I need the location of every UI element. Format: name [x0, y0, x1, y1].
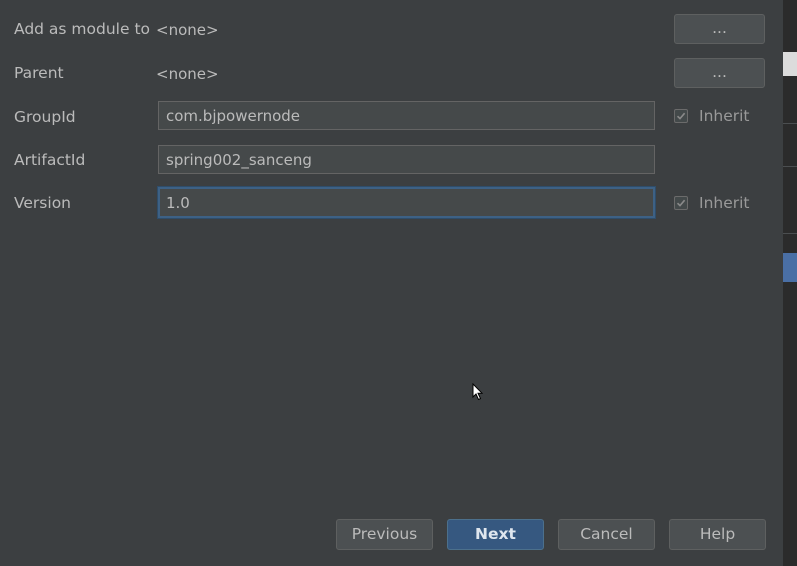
background-divider — [783, 166, 797, 167]
background-divider — [783, 123, 797, 124]
background-divider — [783, 233, 797, 234]
mouse-pointer-icon — [472, 383, 484, 401]
help-button[interactable]: Help — [669, 519, 766, 550]
checkmark-icon — [674, 196, 688, 210]
background-window-edge — [783, 0, 797, 566]
version-input[interactable] — [158, 187, 655, 218]
group-id-inherit-label: Inherit — [699, 107, 750, 125]
previous-button[interactable]: Previous — [336, 519, 433, 550]
artifact-id-label: ArtifactId — [14, 151, 86, 169]
background-window-panel — [783, 52, 797, 76]
checkmark-icon — [674, 109, 688, 123]
module-browse-button[interactable]: ... — [674, 14, 765, 44]
cancel-button[interactable]: Cancel — [558, 519, 655, 550]
module-label: Add as module to — [14, 20, 151, 38]
version-label: Version — [14, 194, 71, 212]
version-inherit-label: Inherit — [699, 194, 750, 212]
parent-label: Parent — [14, 64, 64, 82]
group-id-label: GroupId — [14, 108, 76, 126]
background-selection — [783, 253, 797, 282]
next-button[interactable]: Next — [447, 519, 544, 550]
parent-browse-button[interactable]: ... — [674, 58, 765, 88]
group-id-inherit-checkbox[interactable]: Inherit — [674, 106, 750, 126]
module-value: <none> — [156, 21, 219, 39]
artifact-id-input[interactable] — [158, 145, 655, 174]
group-id-input[interactable] — [158, 101, 655, 130]
parent-value: <none> — [156, 65, 219, 83]
new-module-dialog: Add as module to <none> ... Parent <none… — [0, 0, 783, 566]
version-inherit-checkbox[interactable]: Inherit — [674, 193, 750, 213]
